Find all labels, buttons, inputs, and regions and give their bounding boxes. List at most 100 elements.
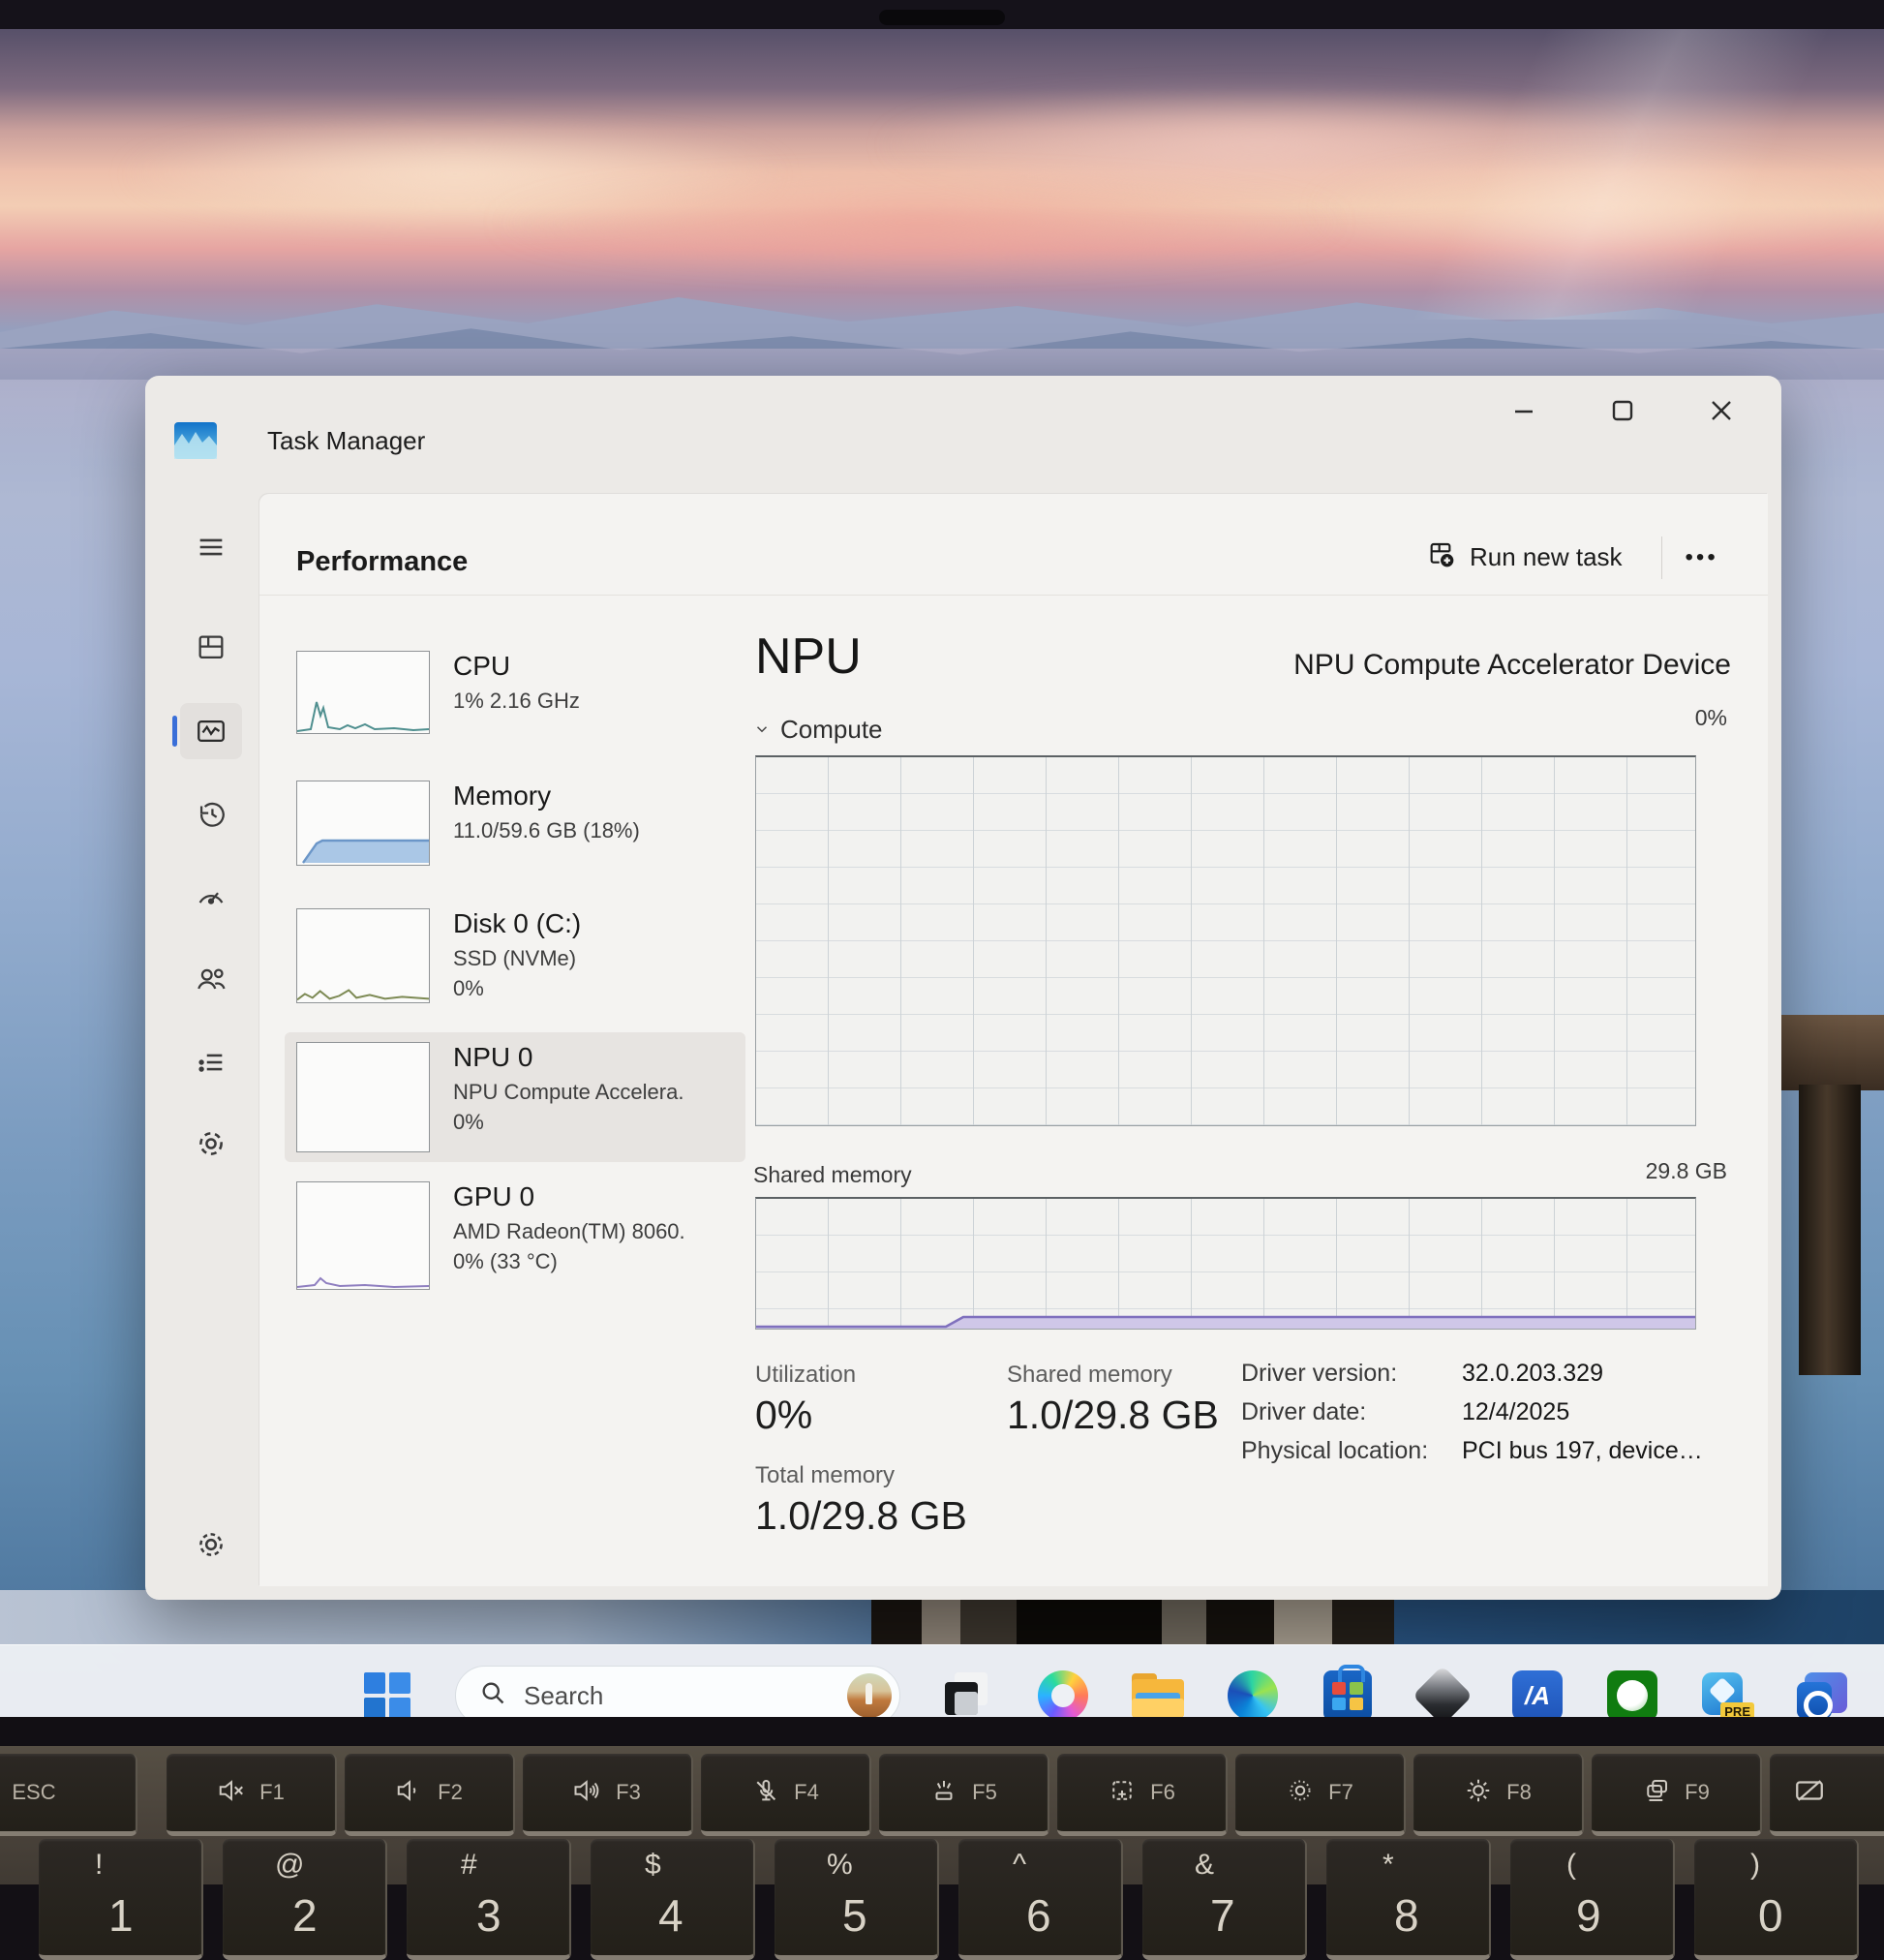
- sidebar-item-processes[interactable]: [180, 620, 242, 676]
- perf-item-title: CPU: [453, 651, 580, 682]
- perf-item-sub: 11.0/59.6 GB (18%): [453, 815, 640, 845]
- key-f8: F8: [1413, 1754, 1584, 1836]
- total-memory-value: 1.0/29.8 GB: [755, 1493, 967, 1539]
- perf-item-sub2: 0%: [453, 1107, 684, 1137]
- key-0: ) 0: [1694, 1839, 1859, 1960]
- utilization-value: 0%: [755, 1393, 812, 1438]
- chevron-down-icon: [753, 715, 771, 745]
- cpu-mini-graph: [296, 651, 430, 734]
- window-switch-icon: [1642, 1776, 1671, 1810]
- shared-memory-series: [756, 1199, 1695, 1329]
- search-label: Search: [524, 1681, 830, 1711]
- physical-location-label: Physical location:: [1241, 1437, 1428, 1465]
- pre-app-icon: PRE: [1700, 1670, 1754, 1717]
- key-6: ^ 6: [958, 1839, 1123, 1960]
- perf-item-npu[interactable]: NPU 0 NPU Compute Accelera. 0%: [285, 1032, 745, 1162]
- sidebar-item-details[interactable]: [180, 1034, 242, 1090]
- nav-menu-button[interactable]: [180, 519, 242, 575]
- key-f2: F2: [345, 1754, 515, 1836]
- total-memory-label: Total memory: [755, 1462, 895, 1489]
- key-3: # 3: [407, 1839, 571, 1960]
- task-manager-window: Task Manager: [145, 376, 1781, 1600]
- key-7: & 7: [1142, 1839, 1307, 1960]
- xbox-icon: [1607, 1670, 1657, 1717]
- outlook-button[interactable]: [1795, 1669, 1849, 1717]
- store-icon: [1323, 1670, 1372, 1717]
- brightness-down-icon: [1286, 1776, 1315, 1810]
- copilot-icon: [1038, 1670, 1088, 1717]
- perf-item-sub2: 0% (33 °C): [453, 1246, 685, 1276]
- file-explorer-button[interactable]: [1131, 1669, 1185, 1717]
- sidebar-item-users[interactable]: [180, 951, 242, 1007]
- key-9: ( 9: [1510, 1839, 1675, 1960]
- store-button[interactable]: [1321, 1669, 1375, 1717]
- memory-mini-graph: [296, 781, 430, 866]
- sidebar-item-performance[interactable]: [180, 703, 242, 759]
- edge-button[interactable]: [1226, 1669, 1280, 1717]
- dark-gem-icon: [1413, 1666, 1473, 1717]
- close-button[interactable]: [1693, 391, 1749, 430]
- run-new-task-label: Run new task: [1470, 542, 1623, 572]
- compute-label: Compute: [780, 715, 883, 745]
- page-title: Performance: [296, 546, 468, 578]
- perf-item-title: GPU 0: [453, 1181, 685, 1212]
- perf-item-title: Memory: [453, 781, 640, 812]
- key-esc: ESC: [0, 1754, 137, 1836]
- run-new-task-icon: [1425, 538, 1456, 576]
- sidebar-item-services[interactable]: [180, 1116, 242, 1172]
- keyboard-backlight-icon: [929, 1776, 958, 1810]
- maximize-button[interactable]: [1595, 391, 1651, 430]
- physical-location-value: PCI bus 197, device…: [1462, 1437, 1703, 1465]
- perf-item-cpu[interactable]: CPU 1% 2.16 GHz: [285, 641, 745, 744]
- perf-item-sub2: 0%: [453, 973, 581, 1003]
- gpu-mini-graph: [296, 1181, 430, 1290]
- display-off-icon: [1793, 1774, 1826, 1812]
- key-2: @ 2: [223, 1839, 387, 1960]
- settings-button[interactable]: [180, 1516, 242, 1573]
- start-button[interactable]: [360, 1669, 414, 1717]
- perf-item-sub: AMD Radeon(TM) 8060.: [453, 1216, 685, 1246]
- key-4: $ 4: [591, 1839, 755, 1960]
- volume-down-icon: [395, 1776, 424, 1810]
- xbox-button[interactable]: [1605, 1669, 1659, 1717]
- shared-memory-graph-label: Shared memory: [753, 1162, 912, 1188]
- key-f10: [1770, 1754, 1884, 1836]
- compute-section-header[interactable]: Compute: [753, 715, 883, 745]
- task-view-button[interactable]: [941, 1669, 995, 1717]
- sidebar-item-startup-apps[interactable]: [180, 868, 242, 924]
- utilization-label: Utilization: [755, 1362, 856, 1389]
- selected-indicator: [172, 716, 177, 747]
- perf-item-disk[interactable]: Disk 0 (C:) SSD (NVMe) 0%: [285, 899, 745, 1013]
- key-f1: F1: [167, 1754, 337, 1836]
- mic-mute-icon: [751, 1776, 780, 1810]
- key-f9: F9: [1592, 1754, 1762, 1836]
- taskbar: Search: [0, 1644, 1884, 1717]
- key-f4: F4: [701, 1754, 871, 1836]
- key-f6: F6: [1057, 1754, 1228, 1836]
- keyboard-deck: ESC F1 F2 F3 F4 F5 F6 F7 F8 F9 ! 1: [0, 1746, 1884, 1884]
- windows-logo-icon: [364, 1672, 410, 1717]
- armoury-app-button[interactable]: [1415, 1669, 1470, 1717]
- perf-item-memory[interactable]: Memory 11.0/59.6 GB (18%): [285, 771, 745, 875]
- driver-version-value: 32.0.203.329: [1462, 1360, 1603, 1388]
- minimize-button[interactable]: [1496, 391, 1552, 430]
- copilot-button[interactable]: [1036, 1669, 1090, 1717]
- sidebar-item-app-history[interactable]: [180, 786, 242, 842]
- file-explorer-icon: [1132, 1673, 1184, 1717]
- shared-memory-label: Shared memory: [1007, 1362, 1172, 1389]
- pre-app-button[interactable]: PRE: [1700, 1669, 1754, 1717]
- volume-up-icon: [573, 1776, 602, 1810]
- pier-platform: [1768, 1015, 1884, 1090]
- run-new-task-button[interactable]: Run new task: [1410, 529, 1638, 586]
- perf-item-title: Disk 0 (C:): [453, 908, 581, 939]
- ia-app-button[interactable]: /A: [1510, 1669, 1565, 1717]
- search-box[interactable]: Search: [455, 1666, 900, 1717]
- window-title: Task Manager: [267, 426, 425, 456]
- mute-icon: [217, 1776, 246, 1810]
- shared-memory-value: 1.0/29.8 GB: [1007, 1393, 1219, 1438]
- more-options-button[interactable]: •••: [1686, 544, 1718, 571]
- perf-item-gpu[interactable]: GPU 0 AMD Radeon(TM) 8060. 0% (33 °C): [285, 1172, 745, 1300]
- task-manager-app-icon: [174, 422, 217, 459]
- compute-graph: [755, 755, 1696, 1126]
- laptop-bottom-bezel: [0, 1717, 1884, 1746]
